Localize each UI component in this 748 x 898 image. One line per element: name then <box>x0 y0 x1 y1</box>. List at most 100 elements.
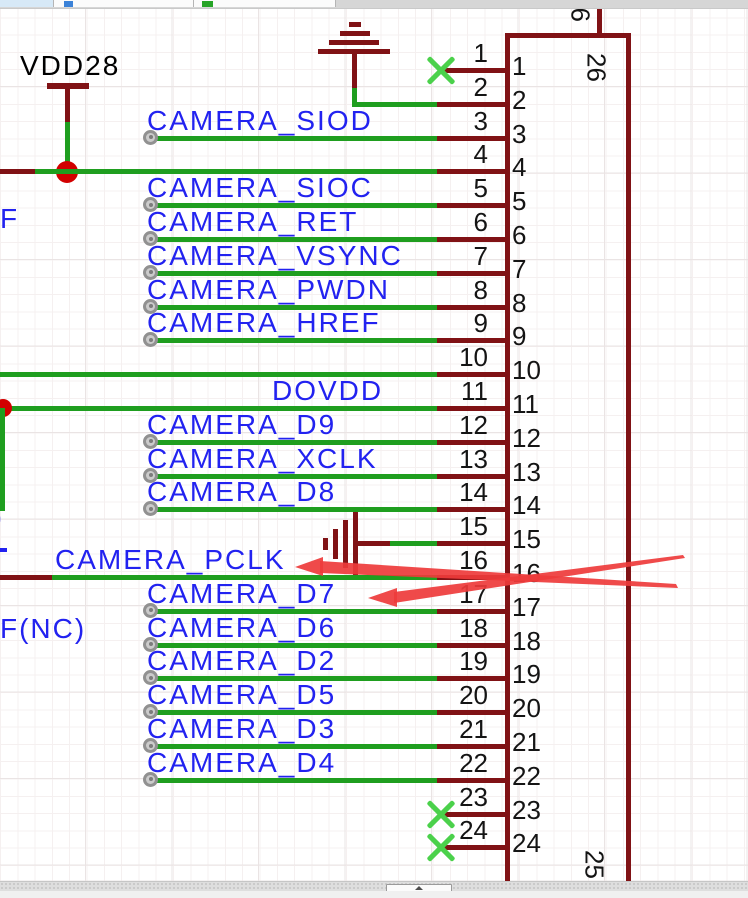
net-label-CAMERA_PCLK[interactable]: CAMERA_PCLK <box>55 547 286 573</box>
pin-name-13: 13 <box>512 460 541 485</box>
pin-number-13: 13 <box>430 447 488 472</box>
pin-26-name: 26 <box>584 50 609 86</box>
pin-stem-8 <box>437 305 505 310</box>
pin-name-22: 22 <box>512 764 541 789</box>
pin-number-6: 6 <box>430 210 488 235</box>
pin-number-4: 4 <box>430 142 488 167</box>
pin-name-2: 2 <box>512 88 526 113</box>
net-label-CAMERA_PWDN[interactable]: CAMERA_PWDN <box>147 277 390 303</box>
clipped-net-label[interactable]: 9 <box>0 507 4 533</box>
pin-stem-6 <box>437 237 505 242</box>
pin-name-17: 17 <box>512 595 541 620</box>
net-label-CAMERA_HREF[interactable]: CAMERA_HREF <box>147 310 381 336</box>
tab-segment-3[interactable] <box>336 0 748 7</box>
tab-favicon-fragment <box>202 1 213 7</box>
pin-number-2: 2 <box>430 75 488 100</box>
net-wire-gnd-pin15[interactable] <box>390 541 437 546</box>
schematic-editor-window: VDD28 26 26 25 112233CAMERA_SIOD445 <box>0 0 748 898</box>
pin-name-1: 1 <box>512 54 526 79</box>
net-wire-CAMERA_SIOD[interactable] <box>150 136 437 141</box>
clipped-net-label[interactable]: F <box>0 206 19 232</box>
clipped-label-fragment <box>0 548 7 552</box>
net-wire-CAMERA_D8[interactable] <box>150 507 437 512</box>
pin-number-16: 16 <box>430 548 488 573</box>
net-label-CAMERA_D8[interactable]: CAMERA_D8 <box>147 479 336 505</box>
pin-name-19: 19 <box>512 662 541 687</box>
pin-name-4: 4 <box>512 155 526 180</box>
pin-name-8: 8 <box>512 291 526 316</box>
net-label-CAMERA_SIOD[interactable]: CAMERA_SIOD <box>147 108 373 134</box>
gnd-stem-pin15 <box>358 541 390 546</box>
pin-name-20: 20 <box>512 696 541 721</box>
pin-name-12: 12 <box>512 426 541 451</box>
pin-stem-3 <box>437 136 505 141</box>
net-label-CAMERA_D2[interactable]: CAMERA_D2 <box>147 648 336 674</box>
pin-number-5: 5 <box>430 176 488 201</box>
pin-name-24: 24 <box>512 831 541 856</box>
pin-number-21: 21 <box>430 717 488 742</box>
net-wire-vertical[interactable] <box>0 408 5 511</box>
net-label-CAMERA_SIOC[interactable]: CAMERA_SIOC <box>147 175 373 201</box>
tab-divider <box>335 0 336 7</box>
pin-stem-7 <box>437 271 505 276</box>
offpage-pin-stub <box>0 575 52 580</box>
pin-number-22: 22 <box>430 751 488 776</box>
schematic-canvas[interactable]: VDD28 26 26 25 112233CAMERA_SIOD445 <box>0 0 748 881</box>
pin-name-16: 16 <box>512 561 541 586</box>
annotation-arrow-1-head <box>295 557 323 576</box>
pin-number-10: 10 <box>430 345 488 370</box>
tab-favicon-fragment <box>64 1 73 7</box>
pin-25-name: 25 <box>582 847 607 882</box>
tab-divider <box>193 0 194 7</box>
net-label-CAMERA_D9[interactable]: CAMERA_D9 <box>147 412 336 438</box>
clipped-net-label[interactable]: F(NC) <box>0 616 86 642</box>
net-label-CAMERA_XCLK[interactable]: CAMERA_XCLK <box>147 446 378 472</box>
tab-segment-0[interactable] <box>0 0 53 7</box>
pin-stem-4 <box>437 169 505 174</box>
bottom-panel-edge <box>0 891 748 898</box>
pin-name-15: 15 <box>512 527 541 552</box>
pin-name-14: 14 <box>512 493 541 518</box>
pin-number-8: 8 <box>430 278 488 303</box>
pin-number-15: 15 <box>430 514 488 539</box>
pin-number-9: 9 <box>430 311 488 336</box>
pin-name-10: 10 <box>512 358 541 383</box>
pin-name-21: 21 <box>512 730 541 755</box>
pin-name-6: 6 <box>512 223 526 248</box>
pin-number-18: 18 <box>430 616 488 641</box>
pin-name-7: 7 <box>512 257 526 282</box>
pin-number-20: 20 <box>430 683 488 708</box>
pin-name-18: 18 <box>512 629 541 654</box>
pin-number-14: 14 <box>430 480 488 505</box>
net-label-CAMERA_D4[interactable]: CAMERA_D4 <box>147 750 336 776</box>
net-label-CAMERA_D3[interactable]: CAMERA_D3 <box>147 716 336 742</box>
net-wire-CAMERA_D4[interactable] <box>150 778 437 783</box>
pin-name-23: 23 <box>512 798 541 823</box>
net-label-DOVDD[interactable]: DOVDD <box>272 378 383 404</box>
document-tab-strip[interactable] <box>0 0 748 9</box>
tab-divider <box>53 0 54 7</box>
pin-number-11: 11 <box>430 379 488 404</box>
net-label-CAMERA_RET[interactable]: CAMERA_RET <box>147 209 358 235</box>
net-wire-CAMERA_HREF[interactable] <box>150 338 437 343</box>
pin-number-24: 24 <box>430 818 488 843</box>
offpage-pin-stub <box>0 169 35 174</box>
pin-number-23: 23 <box>430 785 488 810</box>
net-label-vdd28[interactable]: VDD28 <box>20 53 120 79</box>
pin-stem-2 <box>437 102 505 107</box>
vdd-stem <box>65 89 70 123</box>
pin-number-3: 3 <box>430 109 488 134</box>
pin-name-3: 3 <box>512 122 526 147</box>
net-label-CAMERA_VSYNC[interactable]: CAMERA_VSYNC <box>147 243 403 269</box>
net-label-CAMERA_D6[interactable]: CAMERA_D6 <box>147 615 336 641</box>
net-label-CAMERA_D5[interactable]: CAMERA_D5 <box>147 682 336 708</box>
pin-name-5: 5 <box>512 189 526 214</box>
pin-number-7: 7 <box>430 244 488 269</box>
net-label-CAMERA_D7[interactable]: CAMERA_D7 <box>147 581 336 607</box>
pin-number-12: 12 <box>430 413 488 438</box>
annotation-arrow-2-head <box>368 588 397 607</box>
pin-number-1: 1 <box>430 41 488 66</box>
tab-segment-1[interactable] <box>54 0 193 7</box>
pin-number-19: 19 <box>430 649 488 674</box>
tab-segment-2[interactable] <box>194 0 335 7</box>
